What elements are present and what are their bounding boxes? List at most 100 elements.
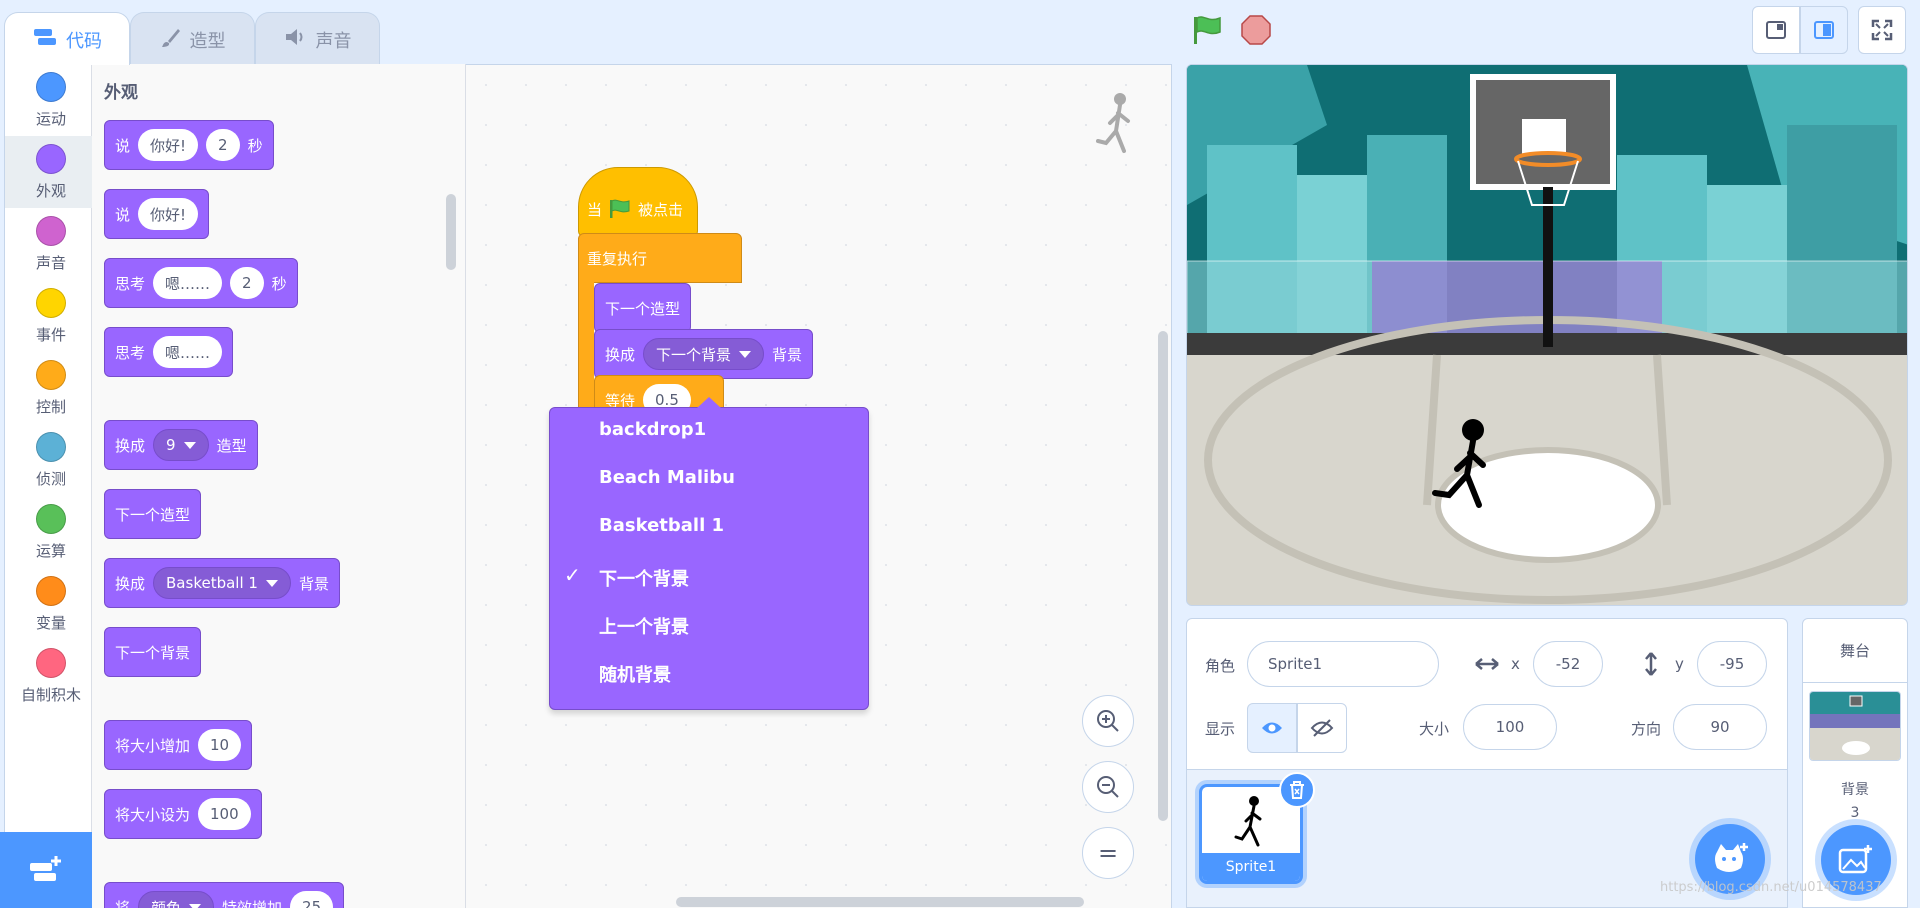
script-vertical-scrollbar[interactable] [1158, 331, 1168, 821]
block-text: 换成 [115, 574, 146, 593]
size-change-input[interactable]: 10 [198, 729, 242, 761]
switch-backdrop-block[interactable]: 换成 Basketball 1 背景 [104, 558, 340, 608]
sprite-name-value: Sprite1 [1268, 655, 1323, 673]
normal-stage-button[interactable] [1800, 6, 1848, 54]
menu-item-next-backdrop[interactable]: 下一个背景 [599, 565, 689, 591]
code-blocks-icon [34, 29, 56, 45]
category-events[interactable]: 事件 [5, 280, 97, 352]
say-block[interactable]: 说 你好! [104, 189, 210, 239]
block-text: 将 [115, 898, 131, 908]
secs-input[interactable]: 2 [206, 129, 240, 161]
block-text: 思考 [115, 343, 146, 362]
secs-input[interactable]: 2 [230, 267, 264, 299]
sensing-dot-icon [36, 432, 66, 462]
block-text: 秒 [271, 274, 287, 293]
zoom-out-button[interactable] [1082, 761, 1134, 813]
say-text-input[interactable]: 你好! [138, 198, 199, 230]
script-horizontal-scrollbar[interactable] [676, 897, 1084, 907]
dropdown-value: 下一个背景 [656, 345, 732, 364]
switch-backdrop-block[interactable]: 换成 下一个背景 背景 [594, 329, 814, 379]
menu-item-random-backdrop[interactable]: 随机背景 [599, 661, 671, 687]
block-text: 被点击 [638, 200, 684, 219]
next-backdrop-block[interactable]: 下一个背景 [104, 627, 202, 677]
backdrop-thumbnail[interactable] [1809, 691, 1901, 761]
switch-costume-block[interactable]: 换成 9 造型 [104, 420, 258, 470]
category-variables[interactable]: 变量 [5, 568, 97, 640]
backdrop-dropdown-menu: backdrop1 Beach Malibu Basketball 1 ✓ 下一… [549, 407, 869, 710]
think-for-secs-block[interactable]: 思考 嗯…… 2 秒 [104, 258, 298, 308]
menu-item-backdrop1[interactable]: backdrop1 [599, 419, 706, 440]
block-text: 说 [115, 136, 131, 155]
set-size-block[interactable]: 将大小设为 100 [104, 789, 262, 839]
direction-value: 90 [1710, 718, 1730, 736]
category-label: 侦测 [35, 470, 66, 488]
block-text: 下一个背景 [115, 643, 191, 662]
costume-dropdown[interactable]: 9 [153, 429, 209, 461]
zoom-reset-button[interactable]: = [1082, 827, 1134, 879]
category-sensing[interactable]: 侦测 [5, 424, 97, 496]
caret-down-icon [739, 350, 752, 358]
category-control[interactable]: 控制 [5, 352, 97, 424]
next-costume-block[interactable]: 下一个造型 [104, 489, 202, 539]
category-motion[interactable]: 运动 [5, 64, 97, 136]
green-flag-button[interactable] [1190, 14, 1226, 46]
add-extension-icon [30, 856, 61, 881]
direction-input[interactable]: 90 [1673, 704, 1767, 750]
palette-scrollbar[interactable] [446, 194, 456, 270]
dropdown-value: 9 [166, 436, 176, 454]
think-text-input[interactable]: 嗯…… [153, 267, 223, 299]
effect-amount-input[interactable]: 25 [290, 891, 334, 908]
tab-sounds[interactable]: 声音 [255, 12, 380, 64]
change-effect-block[interactable]: 将 颜色 特效增加 25 [104, 882, 345, 908]
category-label: 事件 [35, 326, 66, 344]
add-extension-button[interactable] [0, 832, 92, 908]
y-label: y [1675, 655, 1684, 673]
zoom-reset-label: = [1097, 839, 1119, 867]
hide-sprite-button[interactable] [1297, 703, 1347, 753]
tab-costumes[interactable]: 造型 [130, 12, 255, 64]
when-flag-clicked-block[interactable]: 当 被点击 [578, 167, 698, 237]
sprite-thumbnail-icon [1234, 796, 1262, 847]
stage-selector[interactable]: 舞台 背景 3 [1802, 618, 1908, 908]
category-looks[interactable]: 外观 [5, 136, 97, 208]
variables-dot-icon [36, 576, 66, 606]
category-operators[interactable]: 运算 [5, 496, 97, 568]
stage[interactable] [1186, 64, 1908, 606]
y-value: -95 [1719, 655, 1745, 673]
think-text-input[interactable]: 嗯…… [153, 336, 223, 368]
cat-add-icon [1715, 843, 1748, 872]
stop-button[interactable] [1240, 14, 1272, 46]
say-for-secs-block[interactable]: 说 你好! 2 秒 [104, 120, 274, 170]
backdrop-dropdown[interactable]: Basketball 1 [153, 567, 291, 599]
say-text-input[interactable]: 你好! [138, 129, 199, 161]
delete-sprite-button[interactable] [1279, 772, 1315, 808]
next-costume-block[interactable]: 下一个造型 [594, 283, 692, 333]
category-my-blocks[interactable]: 自制积木 [5, 640, 97, 712]
menu-item-basketball-1[interactable]: Basketball 1 [599, 515, 724, 536]
y-input[interactable]: -95 [1697, 641, 1767, 687]
sprite-name-input[interactable]: Sprite1 [1247, 641, 1439, 687]
events-dot-icon [36, 288, 66, 318]
show-sprite-button[interactable] [1247, 703, 1297, 753]
think-block[interactable]: 思考 嗯…… [104, 327, 234, 377]
small-stage-icon [1766, 21, 1786, 39]
tab-code[interactable]: 代码 [4, 12, 130, 65]
zoom-in-button[interactable] [1082, 695, 1134, 747]
effect-dropdown[interactable]: 颜色 [138, 891, 215, 908]
menu-item-beach-malibu[interactable]: Beach Malibu [599, 467, 735, 488]
size-set-input[interactable]: 100 [198, 798, 251, 830]
caret-down-icon [183, 441, 196, 449]
change-size-block[interactable]: 将大小增加 10 [104, 720, 253, 770]
size-input[interactable]: 100 [1463, 704, 1557, 750]
x-input[interactable]: -52 [1533, 641, 1603, 687]
fullscreen-button[interactable] [1858, 6, 1906, 54]
forever-block[interactable]: 重复执行 [578, 233, 742, 283]
category-sound[interactable]: 声音 [5, 208, 97, 280]
menu-item-previous-backdrop[interactable]: 上一个背景 [599, 613, 689, 639]
show-label: 显示 [1205, 720, 1236, 738]
small-stage-button[interactable] [1752, 6, 1800, 54]
trash-icon [1290, 781, 1304, 799]
category-label: 变量 [35, 614, 66, 632]
category-label: 自制积木 [20, 686, 81, 704]
backdrop-dropdown[interactable]: 下一个背景 [643, 338, 765, 370]
